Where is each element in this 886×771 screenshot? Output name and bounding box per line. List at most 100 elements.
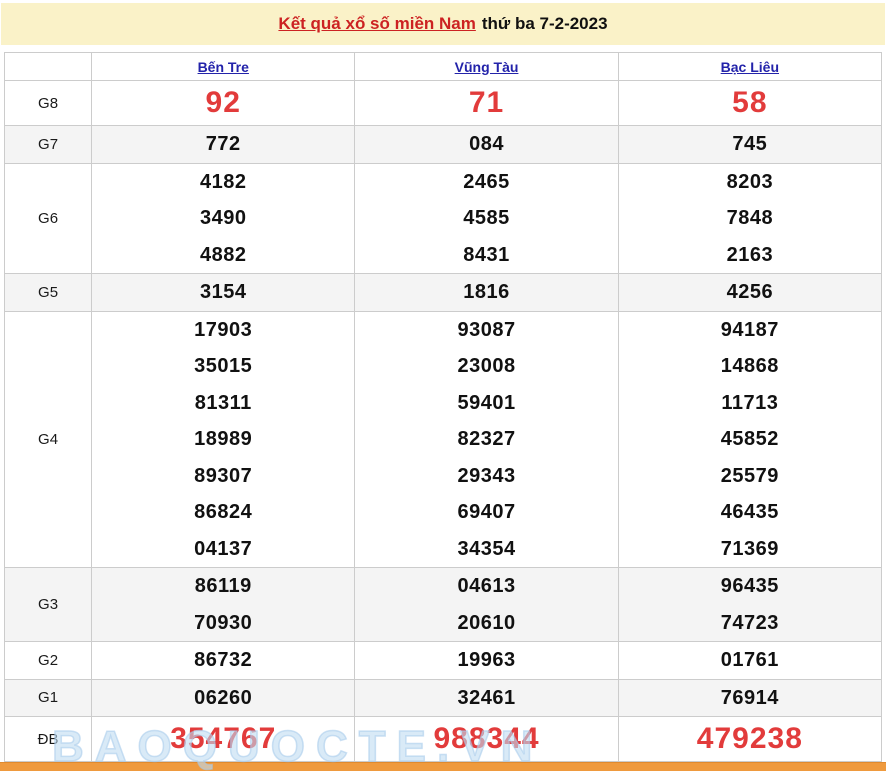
prize-label: G7 bbox=[3, 125, 93, 164]
prize-cell-G6-Vũng Tàu: 2465 4585 8431 bbox=[354, 162, 619, 274]
prize-number: 2465 bbox=[463, 170, 510, 193]
prize-number: 084 bbox=[469, 133, 504, 155]
prize-cell-G6-Bạc Liêu: 8203 7848 2163 bbox=[617, 162, 883, 274]
prize-number: 58 bbox=[732, 86, 768, 119]
prize-row-G8: G8 92 71 58 bbox=[3, 80, 883, 126]
prize-cell-G5-Vũng Tàu: 1816 bbox=[354, 273, 619, 312]
prize-number: 04613 bbox=[457, 575, 516, 597]
prize-number: 71369 bbox=[720, 537, 779, 560]
prize-row-G6: G6 4182 3490 4882 2465 4585 8431 8203 7848 2163 bbox=[3, 162, 883, 274]
prize-cell-ĐB-Bến Tre: 354767 bbox=[91, 716, 356, 762]
prize-number: 1816 bbox=[463, 281, 510, 303]
footer-bar bbox=[0, 762, 886, 771]
prize-number: 354767 bbox=[170, 722, 277, 755]
prize-cell-G4-Vũng Tàu: 93087 23008 59401 82327 29343 69407 34354 bbox=[354, 310, 619, 568]
prize-cell-G7-Vũng Tàu: 084 bbox=[354, 125, 619, 164]
prize-label: ĐB bbox=[3, 716, 93, 762]
prize-number: 17903 bbox=[194, 318, 253, 341]
prize-cell-G1-Bạc Liêu: 76914 bbox=[617, 678, 883, 717]
prize-number: 7848 bbox=[726, 207, 774, 229]
prize-number: 8203 bbox=[726, 170, 774, 193]
prize-number: 3154 bbox=[199, 281, 247, 303]
prize-number: 479238 bbox=[696, 722, 803, 755]
prize-cell-G1-Bến Tre: 06260 bbox=[91, 678, 356, 717]
prize-number: 46435 bbox=[720, 501, 779, 523]
prize-number: 93087 bbox=[457, 318, 516, 341]
prize-cell-G3-Bạc Liêu: 96435 74723 bbox=[617, 567, 883, 642]
prize-cell-G8-Bến Tre: 92 bbox=[91, 80, 356, 126]
prize-number: 35015 bbox=[194, 355, 253, 377]
province-header-ben-tre: Bến Tre bbox=[91, 52, 356, 81]
prize-number: 01761 bbox=[720, 649, 779, 671]
prize-number: 32461 bbox=[457, 686, 516, 709]
prize-number: 4585 bbox=[463, 207, 510, 229]
prize-number: 14868 bbox=[720, 355, 779, 377]
prize-cell-G3-Vũng Tàu: 04613 20610 bbox=[354, 567, 619, 642]
prize-number: 06260 bbox=[194, 686, 253, 709]
prize-cell-ĐB-Vũng Tàu: 988344 bbox=[354, 716, 619, 762]
prize-label: G3 bbox=[3, 567, 93, 642]
prize-number: 18989 bbox=[194, 428, 253, 450]
prize-row-G4: G4 17903 35015 81311 18989 89307 86824 04137 930… bbox=[3, 310, 883, 568]
corner-cell bbox=[3, 52, 93, 81]
prize-cell-G4-Bạc Liêu: 94187 14868 11713 45852 25579 46435 71369 bbox=[617, 310, 883, 568]
draw-date: thứ ba 7-2-2023 bbox=[481, 14, 608, 33]
prize-cell-G7-Bến Tre: 772 bbox=[91, 125, 356, 164]
prize-number: 2163 bbox=[726, 243, 774, 266]
prize-cell-G4-Bến Tre: 17903 35015 81311 18989 89307 86824 04137 bbox=[91, 310, 356, 568]
prize-number: 25579 bbox=[720, 464, 779, 487]
prize-cell-G5-Bến Tre: 3154 bbox=[91, 273, 356, 312]
prize-number: 19963 bbox=[457, 649, 516, 671]
prize-number: 8431 bbox=[463, 243, 510, 266]
prize-number: 45852 bbox=[720, 428, 779, 450]
prize-row-G7: G7 772 084 745 bbox=[3, 125, 883, 164]
prize-number: 74723 bbox=[720, 611, 779, 634]
prize-label: G1 bbox=[3, 678, 93, 717]
prize-cell-G5-Bạc Liêu: 4256 bbox=[617, 273, 883, 312]
prize-number: 76914 bbox=[720, 686, 779, 709]
prize-number: 69407 bbox=[457, 501, 516, 523]
prize-number: 59401 bbox=[457, 391, 516, 414]
prize-number: 71 bbox=[468, 86, 505, 119]
prize-cell-G7-Bạc Liêu: 745 bbox=[617, 125, 883, 164]
prize-number: 20610 bbox=[457, 611, 516, 634]
prize-number: 34354 bbox=[457, 537, 516, 560]
prize-row-G3: G3 86119 70930 04613 20610 96435 74723 bbox=[3, 567, 883, 642]
prize-number: 29343 bbox=[457, 464, 516, 487]
results-table: Bến Tre Vũng Tàu Bạc Liêu G8 92 71 58 G7 772 0… bbox=[3, 52, 883, 762]
prize-label: G2 bbox=[3, 641, 93, 680]
prize-label: G5 bbox=[3, 273, 93, 312]
prize-number: 70930 bbox=[194, 611, 253, 634]
prize-cell-G8-Vũng Tàu: 71 bbox=[354, 80, 619, 126]
prize-number: 96435 bbox=[720, 575, 779, 597]
prize-number: 86732 bbox=[194, 649, 253, 671]
prize-label: G4 bbox=[3, 310, 93, 568]
prize-number: 772 bbox=[205, 133, 241, 155]
page-title: Kết quả xổ số miền Nam thứ ba 7-2-2023 bbox=[1, 3, 885, 45]
prize-cell-G8-Bạc Liêu: 58 bbox=[617, 80, 883, 126]
prize-number: 86119 bbox=[194, 575, 252, 597]
prize-cell-G2-Vũng Tàu: 19963 bbox=[354, 641, 619, 680]
prize-number: 3490 bbox=[199, 207, 247, 229]
prize-row-G1: G1 06260 32461 76914 bbox=[3, 678, 883, 717]
prize-cell-G6-Bến Tre: 4182 3490 4882 bbox=[91, 162, 356, 274]
prize-cell-ĐB-Bạc Liêu: 479238 bbox=[617, 716, 883, 762]
prize-number: 89307 bbox=[194, 464, 253, 487]
province-header-bac-lieu: Bạc Liêu bbox=[617, 52, 883, 81]
prize-cell-G3-Bến Tre: 86119 70930 bbox=[91, 567, 356, 642]
province-header-row: Bến Tre Vũng Tàu Bạc Liêu bbox=[3, 52, 883, 81]
prize-row-G2: G2 86732 19963 01761 bbox=[3, 641, 883, 680]
prize-number: 4182 bbox=[199, 170, 247, 193]
prize-label: G8 bbox=[3, 80, 93, 126]
province-link-ben-tre[interactable]: Bến Tre bbox=[198, 59, 249, 75]
prize-number: 92 bbox=[205, 86, 241, 119]
prize-number: 11713 bbox=[721, 391, 779, 414]
prize-cell-G2-Bến Tre: 86732 bbox=[91, 641, 356, 680]
prize-number: 04137 bbox=[194, 537, 253, 560]
title-link[interactable]: Kết quả xổ số miền Nam bbox=[278, 14, 475, 34]
prize-cell-G1-Vũng Tàu: 32461 bbox=[354, 678, 619, 717]
prize-number: 988344 bbox=[433, 722, 540, 755]
prize-number: 745 bbox=[732, 133, 768, 155]
province-link-vung-tau[interactable]: Vũng Tàu bbox=[455, 59, 519, 75]
province-link-bac-lieu[interactable]: Bạc Liêu bbox=[721, 59, 779, 75]
